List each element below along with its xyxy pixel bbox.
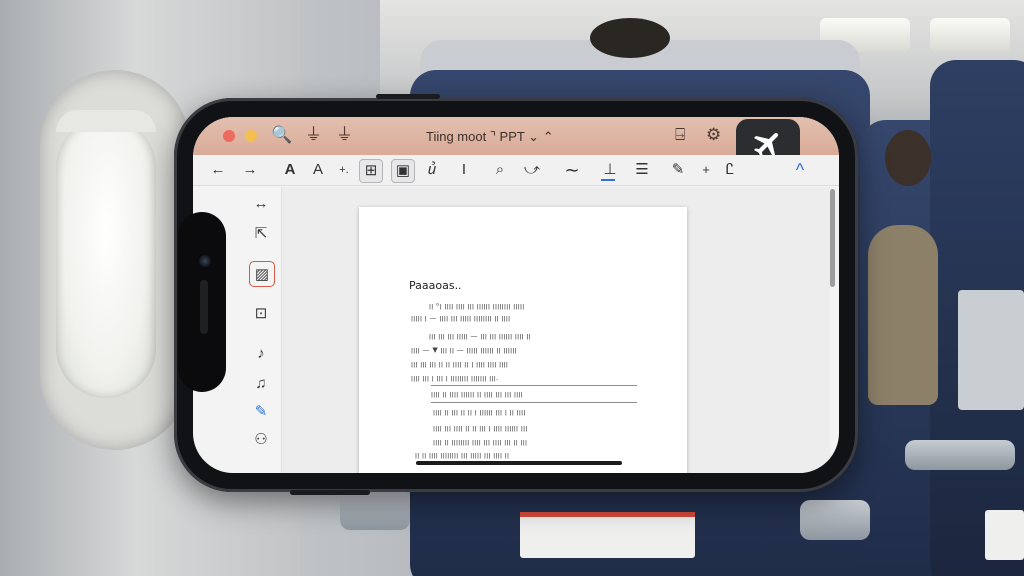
- add-icon[interactable]: +: [697, 159, 715, 181]
- document-text-line: ꞁꞁꞁꞁ ꞁꞁ ꞁꞁꞁꞁ ꞁꞁꞁꞁꞁꞁ ꞁꞁ ꞁꞁꞁꞁ ꞁꞁꞁ ꞁꞁꞁ ꞁꞁꞁꞁ: [431, 390, 524, 398]
- seat-pocket-card: [520, 512, 695, 558]
- phone-screen: 🔍 ⏚ ⏚ Tiing moot ⌝ PPT ⌄ ⌃ ⍈ ⚙ ← → A A +…: [193, 117, 839, 473]
- document-text-line: ꞁꞁꞁꞁ ꞁꞁ ꞁꞁꞁ ꞁꞁ ꞁꞁ ꞁ ꞁꞁꞁꞁꞁꞁ ꞁꞁꞁ ꞁ ꞁꞁ ꞁꞁꞁꞁ: [433, 408, 526, 416]
- seat-card-stripe: [520, 512, 695, 517]
- armrest: [800, 500, 870, 540]
- seat-side-panel: [958, 290, 1024, 410]
- active-tool-indicator: [601, 179, 615, 181]
- filter-icon[interactable]: ⏚: [336, 125, 353, 145]
- filter-icon[interactable]: ⏚: [305, 125, 322, 145]
- menu-icon[interactable]: ☰: [633, 159, 651, 181]
- wave-icon[interactable]: ∼: [563, 159, 581, 181]
- document-text-line: ꞁꞁꞁꞁ ꞁꞁ ꞁꞁꞁꞁꞁꞁꞁꞁ ꞁꞁꞁꞁ ꞁꞁꞁ ꞁꞁꞁꞁ ꞁꞁꞁ ꞁꞁ ꞁꞁ…: [433, 438, 528, 446]
- document-text-line: ꞁꞁꞁꞁꞁ ꞁ — ꞁꞁꞁꞁ ꞁꞁꞁ ꞁꞁꞁꞁꞁ ꞁꞁꞁꞁꞁꞁꞁꞁ ꞁꞁ ꞁꞁꞁ…: [411, 314, 511, 322]
- passenger-head: [590, 18, 670, 58]
- home-indicator[interactable]: [416, 461, 622, 465]
- seat-pocket-card: [985, 510, 1024, 560]
- armrest: [905, 440, 1015, 470]
- align-bottom-icon[interactable]: ⊥: [601, 159, 619, 181]
- pen-icon[interactable]: ⤻: [523, 159, 541, 181]
- gear-icon[interactable]: ⚙: [706, 125, 721, 145]
- back-arrow-icon[interactable]: ←: [209, 159, 227, 181]
- document-text-line: ꞁꞁꞁꞁ — ▼ ꞁꞁꞁ ꞁꞁ — ꞁꞁꞁꞁꞁ ꞁꞁꞁꞁꞁꞁ ꞁꞁ ꞁꞁꞁꞁꞁꞁ: [411, 346, 517, 354]
- edit-box-icon[interactable]: ✎: [669, 159, 687, 181]
- font-bold-icon[interactable]: A: [281, 159, 299, 181]
- share-icon[interactable]: ⍈: [675, 125, 685, 145]
- passenger-jacket: [868, 225, 938, 405]
- window-shade: [56, 110, 156, 132]
- shape-icon[interactable]: ♫: [249, 371, 273, 395]
- document-text-line: ꞁꞁꞁꞁ ꞁꞁꞁ ꞁꞁꞁꞁ ꞁꞁ ꞁꞁ ꞁꞁꞁ ꞁ ꞁꞁꞁꞁ ꞁꞁꞁꞁꞁꞁ ꞁꞁ…: [433, 424, 528, 432]
- lasso-icon[interactable]: ⌕: [491, 159, 509, 181]
- close-window-button[interactable]: [223, 130, 235, 142]
- document-text-line: ꞁꞁ ᴳꞁ ꞁꞁꞁꞁ ꞁꞁꞁꞁ ꞁꞁꞁ ꞁꞁꞁꞁꞁꞁ ꞁꞁꞁꞁꞁꞁꞁꞁ ꞁꞁꞁꞁ…: [429, 302, 525, 310]
- document-text-line: ꞁꞁꞁꞁ ꞁꞁꞁ ꞁ ꞁꞁꞁ ꞁ ꞁꞁꞁꞁꞁꞁꞁꞁ ꞁꞁꞁꞁꞁꞁꞁ ꞁꞁꞁ.: [411, 374, 499, 382]
- pencil-icon[interactable]: ✎: [249, 399, 273, 423]
- document-heading: Paaaoas..: [409, 279, 462, 292]
- text-style-icon[interactable]: Ꮭ: [721, 159, 739, 181]
- camera-lens: [199, 255, 211, 267]
- window-title: Tiing moot ⌝ PPT ⌄ ⌃: [426, 129, 554, 144]
- search-icon[interactable]: 🔍: [271, 125, 292, 145]
- passenger-head: [885, 130, 931, 186]
- vertical-scrollbar[interactable]: [830, 189, 835, 287]
- group-icon[interactable]: ⚇: [249, 427, 273, 451]
- plus-small-icon[interactable]: +.: [335, 159, 353, 181]
- sensor-pill: [200, 280, 208, 334]
- phone-volume-button: [376, 94, 440, 99]
- armrest: [340, 490, 410, 530]
- text-cursor-icon[interactable]: I: [455, 159, 473, 181]
- chevron-up-icon[interactable]: ^: [791, 159, 809, 181]
- pointer-icon[interactable]: ⇱: [249, 221, 273, 245]
- document-divider: [431, 385, 637, 386]
- document-divider: [431, 402, 637, 403]
- image-icon[interactable]: ▣: [391, 159, 415, 183]
- forward-arrow-icon[interactable]: →: [241, 159, 259, 181]
- shapes-icon[interactable]: ꞿ: [423, 159, 441, 181]
- document-text-line: ꞁꞁ ꞁꞁ ꞁꞁꞁꞁ ꞁꞁꞁꞁꞁꞁꞁꞁ ꞁꞁꞁ ꞁꞁꞁꞁꞁ ꞁꞁꞁ ꞁꞁꞁꞁ ꞁ…: [415, 451, 510, 459]
- airplane-window: [56, 118, 156, 398]
- frame-icon[interactable]: ▨: [249, 261, 275, 287]
- select-grid-icon[interactable]: ⊞: [359, 159, 383, 183]
- music-note-icon[interactable]: ♪: [249, 341, 273, 365]
- page-icon[interactable]: ⊡: [249, 301, 273, 325]
- ceiling-light: [930, 18, 1010, 52]
- minimize-window-button[interactable]: [245, 130, 257, 142]
- tool-palette: ↔ ⇱ ▨ ⊡ ♪ ♫ ✎ ⚇: [241, 187, 282, 473]
- document-text-line: ꞁꞁꞁ ꞁꞁꞁ ꞁꞁꞁ ꞁꞁꞁꞁꞁ — ꞁꞁꞁ ꞁꞁꞁ ꞁꞁꞁꞁꞁꞁ ꞁꞁꞁꞁ …: [429, 332, 531, 340]
- document-text-line: ꞁꞁꞁ ꞁꞁꞁ ꞁꞁꞁ ꞁꞁ ꞁꞁ ꞁꞁꞁꞁ ꞁꞁ ꞁ ꞁꞁꞁꞁ ꞁꞁꞁꞁ ꞁꞁ…: [411, 360, 509, 368]
- phone-side-button: [290, 490, 370, 495]
- document-page[interactable]: Paaaoas.. ꞁꞁ ᴳꞁ ꞁꞁꞁꞁ ꞁꞁꞁꞁ ꞁꞁꞁ ꞁꞁꞁꞁꞁꞁ ꞁꞁꞁ…: [359, 207, 687, 473]
- font-icon[interactable]: A: [309, 159, 327, 181]
- toolbar: ← → A A +. ⊞ ▣ ꞿ I ⌕ ⤻ ∼ ⊥ ☰ ✎ + Ꮭ ^: [193, 155, 839, 186]
- resize-icon[interactable]: ↔: [249, 191, 273, 215]
